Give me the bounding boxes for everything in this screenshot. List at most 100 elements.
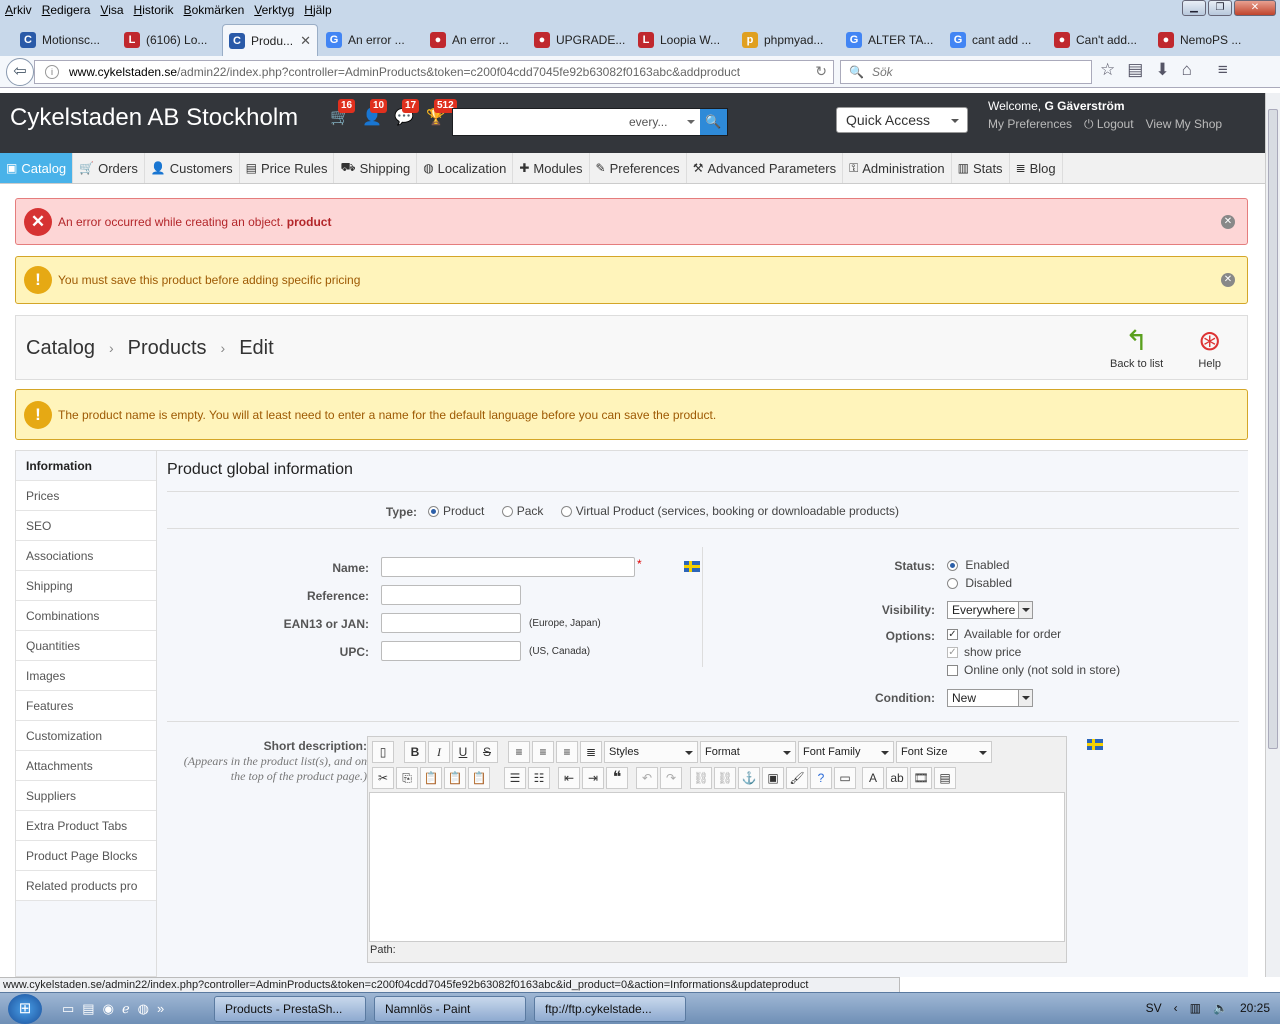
menu-item-customers[interactable]: 👤 Customers (145, 153, 240, 183)
menu-item-advanced-parameters[interactable]: ⚒ Advanced Parameters (687, 153, 844, 183)
side-tab-product-page-blocks[interactable]: Product Page Blocks (16, 841, 156, 871)
chrome-icon[interactable]: ◉ (103, 1001, 114, 1017)
paste-icon[interactable]: 📋 (420, 767, 442, 789)
menu-item-localization[interactable]: ◍ Localization (417, 153, 514, 183)
undo-icon[interactable]: ↶ (636, 767, 658, 789)
media-icon[interactable]: 🎞 (910, 767, 932, 789)
browser-tab[interactable]: G An error ... (320, 24, 422, 56)
admin-search-button[interactable]: 🔍 (700, 109, 727, 135)
bookmark-star-icon[interactable]: ☆ (1100, 60, 1115, 80)
maximize-button[interactable]: ❐ (1208, 0, 1232, 16)
align-right-icon[interactable]: ≡ (556, 741, 578, 763)
side-tab-images[interactable]: Images (16, 661, 156, 691)
ie-icon[interactable]: ℯ (122, 1001, 130, 1017)
menu-item-orders[interactable]: 🛒 Orders (73, 153, 145, 183)
menu-item-stats[interactable]: ▥ Stats (952, 153, 1010, 183)
customers-icon[interactable]: 👤 10 (362, 99, 388, 127)
breadcrumb-products[interactable]: Products (128, 337, 207, 360)
unlink-icon[interactable]: ⛓ (714, 767, 736, 789)
bullet-list-icon[interactable]: ☰ (504, 767, 526, 789)
side-tab-associations[interactable]: Associations (16, 541, 156, 571)
italic-icon[interactable]: I (428, 741, 450, 763)
task-firefox[interactable]: Products - PrestaSh... (214, 996, 366, 1022)
home-icon[interactable]: ⌂ (1182, 60, 1192, 80)
shop-brand[interactable]: Cykelstaden AB Stockholm (10, 104, 298, 132)
status-disabled-radio[interactable]: Disabled (947, 576, 1012, 590)
browser-tab[interactable]: ● NemoPS ... (1152, 24, 1254, 56)
paste-text-icon[interactable]: 📋 (444, 767, 466, 789)
align-justify-icon[interactable]: ≣ (580, 741, 602, 763)
type-pack-radio[interactable]: Pack (501, 504, 543, 518)
help-icon[interactable]: ? (810, 767, 832, 789)
redo-icon[interactable]: ↷ (660, 767, 682, 789)
browser-menu-item[interactable]: Verktyg (249, 3, 299, 17)
browser-tab[interactable]: p phpmyad... (736, 24, 838, 56)
browser-tab[interactable]: C Produ... ✕ (222, 24, 318, 56)
close-window-button[interactable]: ✕ (1234, 0, 1276, 16)
back-to-list-button[interactable]: ↰ Back to list (1110, 324, 1163, 370)
link-icon[interactable]: ⛓ (690, 767, 712, 789)
clock[interactable]: 20:25 (1240, 1001, 1270, 1015)
messages-icon[interactable]: 💬 17 (394, 99, 420, 127)
browser-tab[interactable]: ● UPGRADE... (528, 24, 630, 56)
available-for-order-checkbox[interactable]: ✓ Available for order (947, 627, 1061, 641)
indent-icon[interactable]: ⇥ (582, 767, 604, 789)
help-button[interactable]: ⊛ Help (1198, 324, 1221, 370)
align-center-icon[interactable]: ≡ (532, 741, 554, 763)
reload-icon[interactable]: ↻ (815, 63, 827, 80)
show-desktop-icon[interactable]: ▭ (62, 1001, 74, 1017)
browser-tab[interactable]: ● An error ... (424, 24, 526, 56)
browser-menu-item[interactable]: Arkiv (0, 3, 37, 17)
type-product-radio[interactable]: Product (428, 504, 484, 518)
html-source-icon[interactable]: ▭ (834, 767, 856, 789)
tray-expand-icon[interactable]: ‹ (1174, 1001, 1178, 1015)
show-price-checkbox[interactable]: ✓ show price (947, 645, 1021, 659)
side-tab-extra-product-tabs[interactable]: Extra Product Tabs (16, 811, 156, 841)
type-virtual-radio[interactable]: Virtual Product (services, booking or do… (560, 504, 899, 518)
image-icon[interactable]: ▣ (762, 767, 784, 789)
reference-input[interactable] (381, 585, 521, 605)
task-paint[interactable]: Namnlös - Paint (374, 996, 526, 1022)
breadcrumb-catalog[interactable]: Catalog (26, 337, 95, 360)
trophy-icon[interactable]: 🏆 512 (426, 99, 457, 127)
browser-menu-item[interactable]: Hjälp (299, 3, 336, 17)
browser-tab[interactable]: L (6106) Lo... (118, 24, 220, 56)
strikethrough-icon[interactable]: S (476, 741, 498, 763)
side-tab-related-products-pro[interactable]: Related products pro (16, 871, 156, 901)
ean-input[interactable] (381, 613, 521, 633)
side-tab-attachments[interactable]: Attachments (16, 751, 156, 781)
language-indicator[interactable]: SV (1146, 1001, 1162, 1015)
swedish-flag-icon[interactable] (1087, 739, 1103, 750)
network-icon[interactable]: ▥ (1190, 1001, 1201, 1015)
underline-icon[interactable]: U (452, 741, 474, 763)
reading-list-icon[interactable]: ▤ (1127, 60, 1143, 80)
browser-tab[interactable]: Gcant add ... (944, 24, 1046, 56)
view-shop-link[interactable]: View My Shop (1146, 117, 1222, 132)
browser-search-input[interactable]: 🔍 Sök (840, 60, 1092, 84)
side-tab-prices[interactable]: Prices (16, 481, 156, 511)
page-scrollbar[interactable] (1265, 93, 1280, 977)
menu-item-shipping[interactable]: ⛟ Shipping (334, 153, 418, 183)
download-icon[interactable]: ⬇ (1155, 60, 1169, 80)
info-icon[interactable]: i (45, 65, 59, 79)
copy-icon[interactable]: ⎘ (396, 767, 418, 789)
hamburger-menu-icon[interactable]: ≡ (1218, 60, 1228, 80)
side-tab-seo[interactable]: SEO (16, 511, 156, 541)
menu-item-administration[interactable]: ⚿ Administration (843, 153, 952, 183)
logout-link[interactable]: ⏻ Logout (1084, 117, 1134, 132)
anchor-icon[interactable]: ⚓ (738, 767, 760, 789)
short-description-editor-area[interactable] (369, 792, 1065, 942)
close-icon[interactable]: ✕ (1221, 273, 1235, 287)
search-scope-select[interactable]: every... (621, 109, 701, 135)
blockquote-icon[interactable]: ❝ (606, 767, 628, 789)
side-tab-shipping[interactable]: Shipping (16, 571, 156, 601)
close-icon[interactable]: ✕ (1221, 214, 1235, 229)
name-input[interactable] (381, 557, 635, 577)
url-bar[interactable]: i www.cykelstaden.se/admin22/index.php?c… (34, 60, 834, 84)
task-ftp[interactable]: ftp://ftp.cykelstade... (534, 996, 686, 1022)
admin-search-input[interactable]: every... 🔍 (452, 108, 728, 136)
side-tab-suppliers[interactable]: Suppliers (16, 781, 156, 811)
side-tab-customization[interactable]: Customization (16, 721, 156, 751)
paste-word-icon[interactable]: 📋 (468, 767, 490, 789)
quick-access-select[interactable]: Quick Access (836, 107, 968, 133)
